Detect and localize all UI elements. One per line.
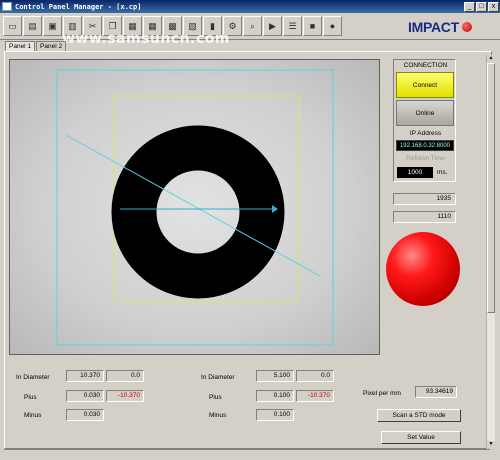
readout-field-1: 1935	[393, 193, 456, 205]
right-plus-field[interactable]: 0.100	[256, 390, 294, 402]
left-plus-aux: -10.370	[106, 390, 144, 402]
left-in-diameter-label: In Diameter	[16, 374, 50, 381]
scan-std-mode-button[interactable]: Scan a STD mode	[377, 409, 461, 422]
outer-roi-box	[56, 69, 334, 346]
ring-part	[111, 125, 285, 299]
left-in-diameter-aux: 0.0	[106, 370, 144, 382]
camera-view[interactable]	[9, 59, 380, 355]
set-value-button[interactable]: Set Value	[381, 431, 461, 444]
right-minus-label: Minus	[209, 412, 227, 419]
title-bar: Control Panel Manager - [x.cp] _ □ x	[0, 0, 500, 13]
bottom-divider	[4, 449, 490, 450]
run-icon[interactable]: ▶	[263, 16, 282, 36]
left-minus-label: Minus	[24, 412, 42, 419]
brand-logo-text: IMPACT	[408, 19, 459, 35]
window-title: Control Panel Manager - [x.cp]	[15, 2, 142, 11]
right-in-diameter-label: In Diameter	[201, 374, 235, 381]
scroll-down-icon[interactable]: ▼	[487, 441, 495, 449]
refresh-time-label: Refresh Time	[406, 155, 445, 162]
save-icon[interactable]: ▣	[43, 16, 62, 36]
record-icon[interactable]: ●	[323, 16, 342, 36]
ip-address-field[interactable]: 192.168.0.32:8000	[396, 140, 454, 151]
status-indicator	[386, 232, 460, 306]
left-in-diameter-field[interactable]: 10.370	[66, 370, 104, 382]
left-plus-field[interactable]: 0.030	[66, 390, 104, 402]
logo-mark-icon	[461, 22, 472, 32]
find-icon[interactable]: ⌕	[243, 16, 262, 36]
pixel-per-mm-field: 93.34619	[415, 386, 457, 398]
right-plus-label: Plus	[209, 394, 222, 401]
scroll-thumb[interactable]	[487, 63, 495, 313]
readout-field-2: 1110	[393, 211, 456, 223]
vertical-scrollbar[interactable]: ▲ ▼	[486, 55, 495, 449]
open-icon[interactable]: ▤	[23, 16, 42, 36]
right-plus-aux: -10.370	[296, 390, 334, 402]
left-minus-field[interactable]: 0.030	[66, 409, 104, 421]
pixel-per-mm-label: Pixel per mm	[363, 390, 401, 397]
stop-icon[interactable]: ■	[303, 16, 322, 36]
online-button[interactable]: Online	[396, 100, 454, 126]
ip-address-label: IP Address	[409, 130, 442, 137]
list-icon[interactable]: ☰	[283, 16, 302, 36]
connection-title: CONNECTION	[403, 62, 448, 69]
app-icon	[2, 2, 12, 11]
left-plus-label: Plus	[24, 394, 37, 401]
brand-logo: IMPACT	[408, 18, 472, 36]
close-button[interactable]: x	[488, 1, 499, 12]
connect-button[interactable]: Connect	[396, 72, 454, 98]
right-in-diameter-field[interactable]: 5.100	[256, 370, 294, 382]
connection-panel: CONNECTION Connect Online IP Address 192…	[393, 59, 456, 182]
minimize-button[interactable]: _	[464, 1, 475, 12]
inspection-overlay	[56, 69, 334, 346]
refresh-unit-label: ms.	[437, 169, 448, 176]
new-icon[interactable]: ▭	[3, 16, 22, 36]
watermark: www.samsuncn.com	[62, 31, 230, 47]
right-in-diameter-aux: 0.0	[296, 370, 334, 382]
maximize-button[interactable]: □	[476, 1, 487, 12]
right-minus-field[interactable]: 0.100	[256, 409, 294, 421]
scroll-up-icon[interactable]: ▲	[487, 55, 495, 63]
refresh-time-field[interactable]: 1000	[397, 167, 433, 178]
